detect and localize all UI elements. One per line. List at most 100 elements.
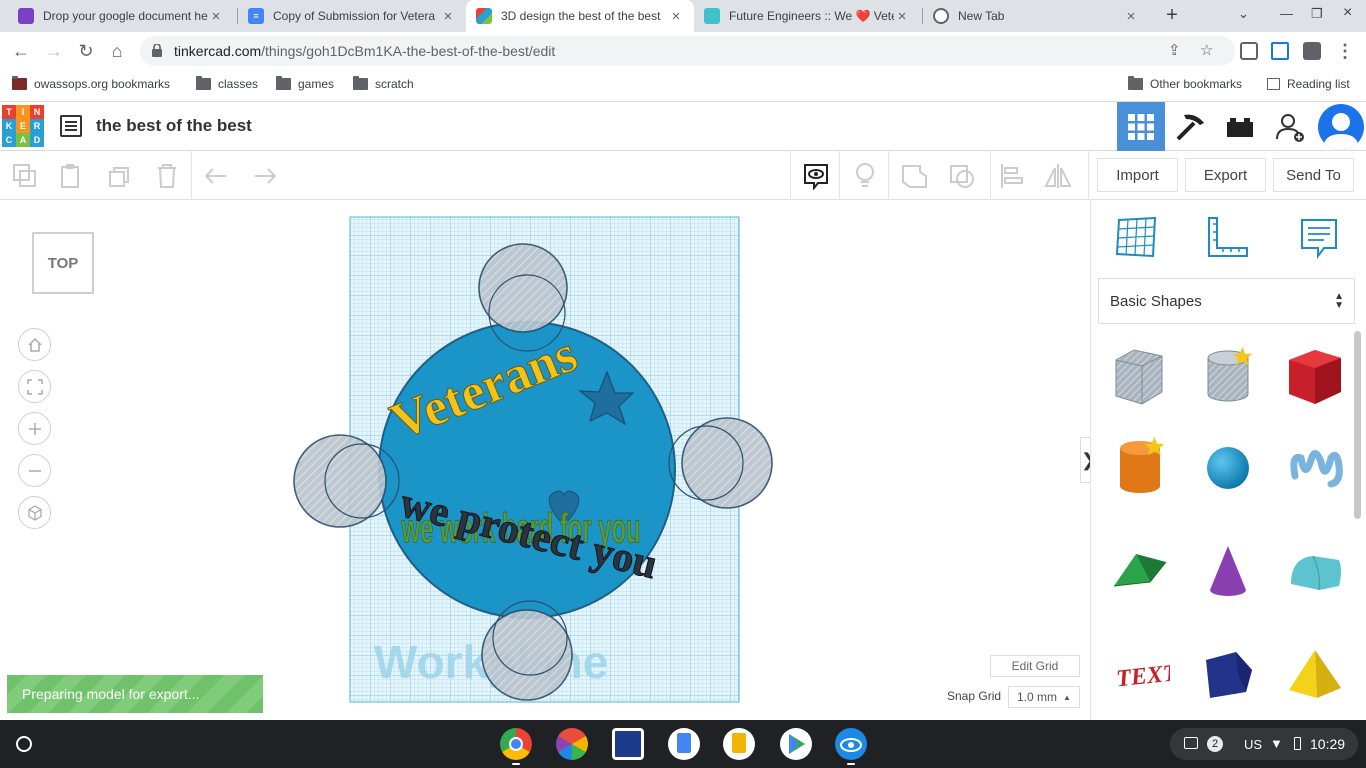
shapes-panel: Basic Shapes ▲ ▼ TEXT [1090,200,1366,720]
reading-list[interactable]: Reading list [1267,77,1350,91]
codeblocks-pickaxe-button[interactable] [1166,102,1214,151]
send-to-button[interactable]: Send To [1273,158,1354,192]
shape-roof[interactable] [1110,542,1170,602]
other-bookmarks[interactable]: Other bookmarks [1128,76,1242,91]
upload-extension-icon[interactable] [1271,42,1289,60]
group-button[interactable] [899,161,929,191]
export-button[interactable]: Export [1185,158,1266,192]
view-cube[interactable]: TOP [32,232,94,294]
launcher-icon[interactable] [16,736,32,752]
shape-round-roof[interactable] [1285,542,1345,602]
home-view-button[interactable] [18,328,51,361]
snap-grid-select[interactable]: 1.0 mm ▲ [1008,686,1080,708]
ungroup-button[interactable] [947,161,977,191]
shape-box-hole[interactable] [1110,346,1170,406]
fit-view-button[interactable] [18,370,51,403]
redo-button[interactable] [249,161,279,191]
tab-tinkercad-design[interactable]: 3D design the best of the best × [466,0,694,32]
tab-new-tab[interactable]: New Tab × [923,0,1149,32]
tab-future-engineers[interactable]: Future Engineers :: We ❤️ Vete × [694,0,920,32]
reload-icon[interactable]: ↻ [75,40,97,62]
bookmark-star-icon[interactable]: ☆ [1200,41,1213,59]
import-button[interactable]: Import [1097,158,1178,192]
design-title[interactable]: the best of the best [96,116,252,136]
chrome-app-icon[interactable] [500,728,532,760]
tinkercad-header: T I N K E R C A D the best of the best [0,102,1366,151]
shape-scribble[interactable] [1285,436,1345,496]
system-tray[interactable]: 2 US ▼ 10:29 [1170,728,1358,760]
lock-icon[interactable] [152,44,162,57]
eye-app-icon[interactable] [835,728,867,760]
workspace[interactable]: TOP Workplane [0,200,1097,720]
shape-cone[interactable] [1198,542,1258,602]
avatar[interactable] [1318,104,1364,150]
address-bar[interactable]: tinkercad.com/things/goh1DcBm1KA-the-bes… [140,36,1235,66]
close-icon[interactable]: × [208,8,224,25]
copy-tool-button[interactable] [10,161,40,191]
ruler-icon[interactable] [1203,214,1251,262]
new-tab-button[interactable]: + [1160,4,1184,28]
tab-drop-document[interactable]: Drop your google document he × [8,0,234,32]
zoom-out-button[interactable] [18,454,51,487]
classlink-app-icon[interactable] [612,728,644,760]
3d-design-view-button[interactable] [1117,102,1165,151]
perspective-button[interactable] [18,496,51,529]
shape-category-select[interactable]: Basic Shapes ▲ ▼ [1098,278,1355,324]
bookmark-classes[interactable]: classes [196,76,258,91]
restore-icon[interactable]: ❐ [1311,6,1323,22]
fit-view-icon [26,378,43,395]
back-icon[interactable]: ← [10,40,32,62]
undo-button[interactable] [202,161,232,191]
light-bulb-button[interactable] [850,161,880,191]
tab-search-icon[interactable]: ⌄ [1238,6,1249,22]
tab-title: 3D design the best of the best [501,9,661,23]
tab-title: Future Engineers :: We ❤️ Vete [729,9,894,23]
shape-text[interactable]: TEXT [1110,644,1170,704]
workplane-grid-icon[interactable] [1113,214,1161,262]
notes-icon[interactable] [1296,214,1344,262]
lightbulb-icon [856,163,874,187]
google-docs-app-icon[interactable] [668,728,700,760]
shape-box[interactable] [1285,346,1345,406]
tab-copy-submission[interactable]: ≡ Copy of Submission for Vetera × [238,0,466,32]
design-canvas[interactable]: Workplane Veterans we work hard for you … [290,215,780,710]
bricks-button[interactable] [1216,102,1264,151]
bookmark-games[interactable]: games [276,76,334,91]
extension-icon[interactable] [1240,42,1258,60]
invite-user-button[interactable] [1266,102,1314,151]
paste-tool-button[interactable] [56,161,86,191]
more-menu-icon[interactable]: ⋮ [1334,40,1356,62]
edit-grid-button[interactable]: Edit Grid [990,655,1080,677]
bookmark-scratch[interactable]: scratch [353,76,414,91]
shape-pyramid[interactable] [1285,644,1345,704]
shape-sphere[interactable] [1198,436,1258,496]
align-button[interactable] [997,161,1027,191]
panel-scrollbar[interactable] [1354,331,1361,519]
close-icon[interactable]: × [668,8,684,25]
close-icon[interactable]: × [1123,8,1139,25]
zoom-in-button[interactable] [18,412,51,445]
google-slides-app-icon[interactable] [723,728,755,760]
tinkercad-logo[interactable]: T I N K E R C A D [2,105,45,148]
shape-cylinder-hole[interactable] [1198,346,1258,406]
minimize-icon[interactable]: — [1280,6,1293,21]
running-indicator [512,763,520,765]
home-icon[interactable]: ⌂ [106,40,128,62]
share-icon[interactable]: ⇪ [1168,41,1181,59]
duplicate-tool-button[interactable] [105,161,135,191]
shape-cylinder[interactable] [1110,436,1170,496]
bookmark-label: owassops.org bookmarks [34,77,171,91]
forward-icon[interactable]: → [43,40,65,62]
close-window-icon[interactable]: × [1343,4,1352,22]
puzzle-extensions-icon[interactable] [1303,42,1321,60]
mirror-button[interactable] [1043,161,1073,191]
design-list-icon[interactable] [60,115,82,137]
close-icon[interactable]: × [440,8,456,25]
pinwheel-app-icon[interactable] [556,728,588,760]
close-icon[interactable]: × [894,8,910,25]
shape-polygon[interactable] [1198,644,1258,704]
delete-tool-button[interactable] [152,161,182,191]
play-store-app-icon[interactable] [780,728,812,760]
notes-tool-button[interactable] [801,161,831,191]
bookmark-owassops[interactable]: owassops.org bookmarks [12,76,171,91]
